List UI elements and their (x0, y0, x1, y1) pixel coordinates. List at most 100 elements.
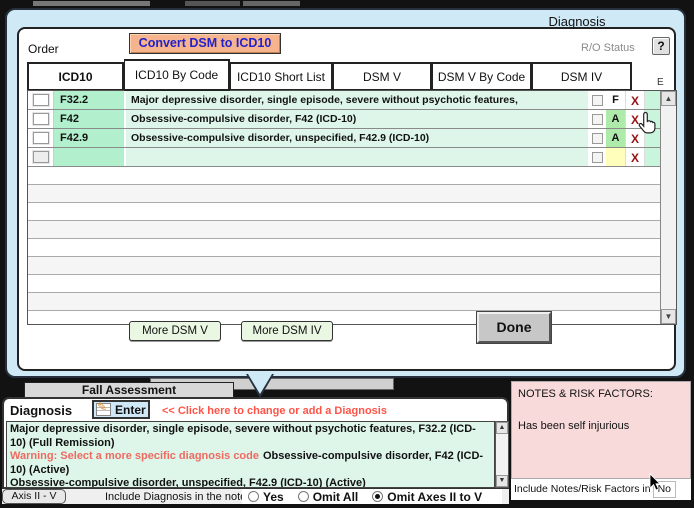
empty-table-row (28, 185, 660, 203)
diagnosis-text-area[interactable]: Major depressive disorder, single episod… (6, 421, 495, 488)
include-notes-label: Include Notes/Risk Factors in (514, 483, 651, 495)
axis-ii-v-button[interactable]: Axis II - V (2, 489, 66, 504)
empty-table-row (28, 203, 660, 221)
diagnosis-tabs: ICD10 ICD10 By Code ICD10 Short List DSM… (27, 59, 632, 91)
diagnosis-description-cell[interactable]: Obsessive-compulsive disorder, unspecifi… (126, 129, 589, 147)
done-button[interactable]: Done (477, 312, 551, 343)
status-cell[interactable]: A (606, 110, 626, 128)
diagnosis-code-cell[interactable] (54, 148, 126, 166)
more-dsm-v-button[interactable]: More DSM V (129, 321, 221, 341)
diagnosis-entry-text: Major depressive disorder, single episod… (10, 423, 476, 449)
row-checkbox[interactable] (33, 113, 49, 125)
radio-icon[interactable] (372, 491, 383, 502)
diagnosis-entry: Obsessive-compulsive disorder, unspecifi… (10, 477, 491, 488)
diagnosis-panel-label: Diagnosis (10, 403, 72, 418)
diagnosis-table: F32.2 Major depressive disorder, single … (27, 90, 677, 325)
radio-option[interactable]: Omit Axes II to V (372, 490, 482, 504)
notes-risk-factors-panel: NOTES & RISK FACTORS: Has been self inju… (511, 381, 691, 479)
warning-text: Warning: Select a more specific diagnosi… (10, 450, 259, 462)
radio-icon[interactable] (248, 491, 259, 502)
empty-table-row (28, 167, 660, 185)
radio-option[interactable]: Yes (248, 490, 284, 504)
ro-status-label: R/O Status (581, 42, 635, 54)
small-checkbox-cell (589, 129, 606, 147)
row-small-checkbox[interactable] (592, 114, 603, 125)
tab[interactable]: ICD10 By Code (124, 59, 230, 91)
risk-factor-note: Has been self injurious (518, 420, 629, 432)
row-checkbox[interactable] (33, 94, 49, 106)
diagnosis-description-cell[interactable]: Obsessive-compulsive disorder, F42 (ICD-… (126, 110, 589, 128)
include-notes-line: Include Notes/Risk Factors inNo (511, 479, 691, 500)
scroll-up-icon[interactable] (496, 422, 508, 434)
column-e-header: E (657, 77, 664, 88)
radio-icon[interactable] (298, 491, 309, 502)
diagnosis-table-row: F42 Obsessive-compulsive disorder, F42 (… (28, 110, 660, 129)
checkbox-cell (28, 129, 54, 147)
row-end-cell (644, 148, 660, 166)
dialog-inner-panel: Order Convert DSM to ICD10 R/O Status ? … (17, 27, 676, 371)
background-window-fragment (185, 1, 240, 6)
more-dsm-iv-button[interactable]: More DSM IV (241, 321, 333, 341)
change-diagnosis-hint[interactable]: << Click here to change or add a Diagnos… (162, 405, 387, 417)
empty-table-row (28, 293, 660, 311)
table-scrollbar[interactable] (660, 91, 676, 324)
radio-option-label: Yes (263, 490, 284, 504)
background-window-fragment (243, 1, 300, 6)
tab[interactable]: DSM V (333, 62, 432, 91)
tab[interactable]: DSM IV (532, 62, 632, 91)
tab[interactable]: ICD10 Short List (230, 62, 333, 91)
status-cell[interactable]: F (606, 91, 626, 109)
diagnosis-entry: Major depressive disorder, single episod… (10, 423, 491, 450)
scroll-down-icon[interactable] (661, 309, 676, 324)
diagnosis-description-cell[interactable] (126, 148, 589, 166)
notepad-pencil-icon (96, 403, 111, 416)
background-window-fragment (33, 1, 150, 6)
notes-panel-title: NOTES & RISK FACTORS: (518, 388, 653, 400)
row-small-checkbox[interactable] (592, 95, 603, 106)
row-small-checkbox[interactable] (592, 152, 603, 163)
diagnosis-summary-panel: Diagnosis Enter << Click here to change … (2, 397, 509, 489)
row-checkbox[interactable] (33, 132, 49, 144)
empty-table-row (28, 275, 660, 293)
row-end-cell (644, 91, 660, 109)
small-checkbox-cell (589, 148, 606, 166)
row-checkbox[interactable] (33, 151, 49, 163)
include-diagnosis-options: Yes Omit All Omit Axes II to V (242, 489, 502, 504)
small-checkbox-cell (589, 91, 606, 109)
diagnosis-code-cell[interactable]: F42 (54, 110, 126, 128)
diagnosis-description-cell[interactable]: Major depressive disorder, single episod… (126, 91, 589, 109)
hand-cursor-icon (637, 111, 659, 140)
radio-option-label: Omit All (313, 490, 359, 504)
convert-dsm-to-icd10-button[interactable]: Convert DSM to ICD10 (129, 33, 281, 54)
small-checkbox-cell (589, 110, 606, 128)
row-small-checkbox[interactable] (592, 133, 603, 144)
diagnosis-table-row: X (28, 148, 660, 167)
enter-button[interactable]: Enter (92, 400, 150, 419)
diagnosis-table-row: F42.9 Obsessive-compulsive disorder, uns… (28, 129, 660, 148)
remove-x-button[interactable]: X (626, 148, 644, 166)
status-cell[interactable] (606, 148, 626, 166)
help-button[interactable]: ? (652, 37, 670, 55)
empty-table-row (28, 239, 660, 257)
enter-button-label: Enter (115, 403, 146, 417)
mouse-arrow-icon (649, 473, 661, 496)
tab[interactable]: ICD10 (27, 62, 124, 91)
diagnosis-entry-text: Obsessive-compulsive disorder, unspecifi… (10, 477, 366, 488)
empty-table-row (28, 257, 660, 275)
order-label: Order (28, 42, 59, 56)
scroll-up-icon[interactable] (661, 91, 676, 106)
tab[interactable]: DSM V By Code (432, 62, 532, 91)
diagnosis-text-scrollbar[interactable] (495, 421, 509, 488)
include-diagnosis-question: Include Diagnosis in the note? (105, 491, 252, 503)
diagnosis-code-cell[interactable]: F42.9 (54, 129, 126, 147)
dialog-pointer-tail (246, 374, 274, 398)
status-cell[interactable]: A (606, 129, 626, 147)
diagnosis-code-cell[interactable]: F32.2 (54, 91, 126, 109)
scroll-down-icon[interactable] (496, 475, 508, 487)
tab-fall-assessment[interactable]: Fall Assessment (24, 382, 234, 398)
empty-table-row (28, 221, 660, 239)
diagnosis-table-body: F32.2 Major depressive disorder, single … (28, 91, 660, 324)
remove-x-button[interactable]: X (626, 91, 644, 109)
radio-option-label: Omit Axes II to V (387, 490, 482, 504)
radio-option[interactable]: Omit All (298, 490, 359, 504)
